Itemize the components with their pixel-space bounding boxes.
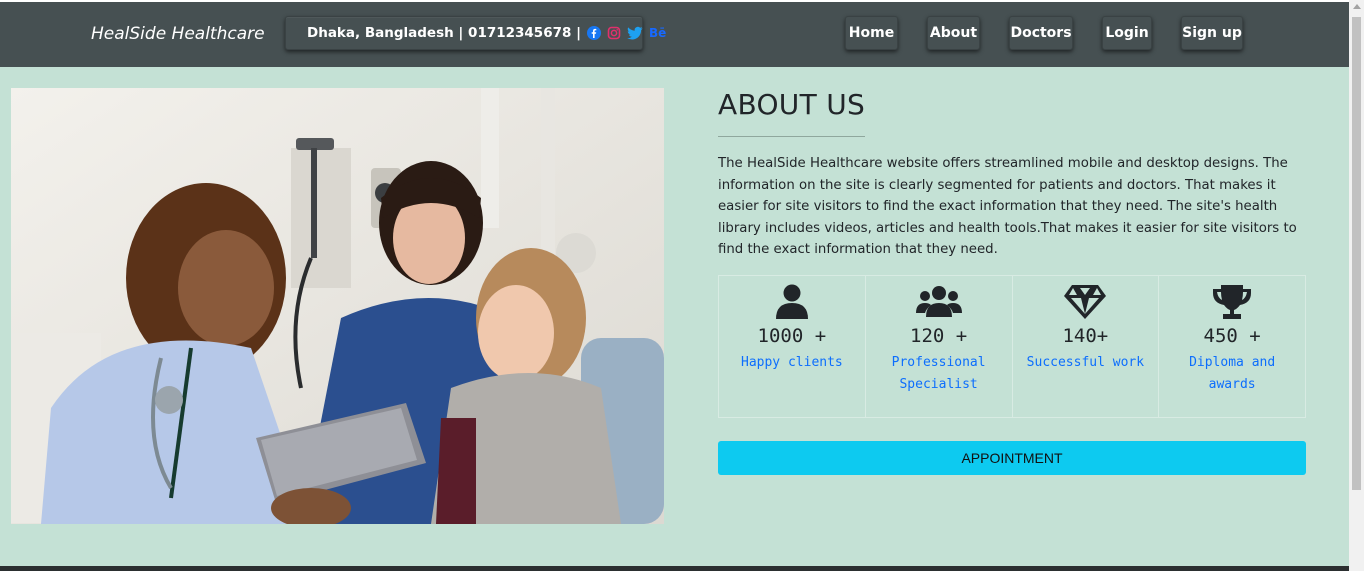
stat-value: 450 +	[1203, 325, 1261, 347]
user-icon	[775, 283, 809, 321]
scrollbar-thumb[interactable]	[1352, 17, 1361, 490]
users-icon	[915, 283, 962, 321]
stat-successful-work: 140+ Successful work	[1013, 276, 1160, 417]
about-description: The HealSide Healthcare website offers s…	[718, 156, 1297, 257]
nav-signup[interactable]: Sign up	[1181, 16, 1243, 50]
about-title: ABOUT US	[718, 88, 866, 121]
stat-value: 120 +	[910, 325, 968, 347]
navbar: HealSide Healthcare Dhaka, Bangladesh | …	[0, 2, 1349, 67]
contact-info-box: Dhaka, Bangladesh | 01712345678 | Bē	[285, 16, 666, 50]
brand-logo[interactable]: HealSide Healthcare	[91, 24, 265, 44]
stat-happy-clients: 1000 + Happy clients	[719, 276, 866, 417]
stat-value: 140+	[1062, 325, 1109, 347]
contact-info: Dhaka, Bangladesh | 01712345678 |	[307, 25, 582, 41]
social-links: Bē	[587, 26, 666, 40]
behance-icon[interactable]: Bē	[649, 26, 666, 40]
footer-edge	[0, 566, 1349, 571]
stat-label[interactable]: Successful work	[1025, 352, 1145, 374]
facebook-icon[interactable]	[587, 26, 602, 40]
stat-label[interactable]: Diploma and awards	[1172, 352, 1292, 396]
stat-label[interactable]: Happy clients	[732, 352, 852, 374]
nav-about[interactable]: About	[927, 16, 980, 50]
stat-awards: 450 + Diploma and awards	[1159, 276, 1305, 417]
stat-specialists: 120 + Professional Specialist	[866, 276, 1013, 417]
appointment-button[interactable]: APPOINTMENT	[718, 441, 1306, 475]
trophy-icon	[1211, 283, 1253, 321]
stat-label[interactable]: Professional Specialist	[879, 352, 999, 396]
hero-photo-illustration	[11, 88, 664, 524]
nav-login[interactable]: Login	[1102, 16, 1152, 50]
twitter-icon[interactable]	[627, 26, 643, 40]
scroll-up-icon[interactable]	[1353, 4, 1361, 9]
title-divider	[718, 136, 865, 137]
nav-home[interactable]: Home	[845, 16, 898, 50]
instagram-icon[interactable]	[607, 26, 621, 40]
stat-value: 1000 +	[757, 325, 827, 347]
hero-image	[11, 88, 664, 524]
gem-icon	[1064, 283, 1107, 321]
nav-doctors[interactable]: Doctors	[1009, 16, 1073, 50]
stats-grid: 1000 + Happy clients 120 + Professional …	[718, 275, 1306, 418]
